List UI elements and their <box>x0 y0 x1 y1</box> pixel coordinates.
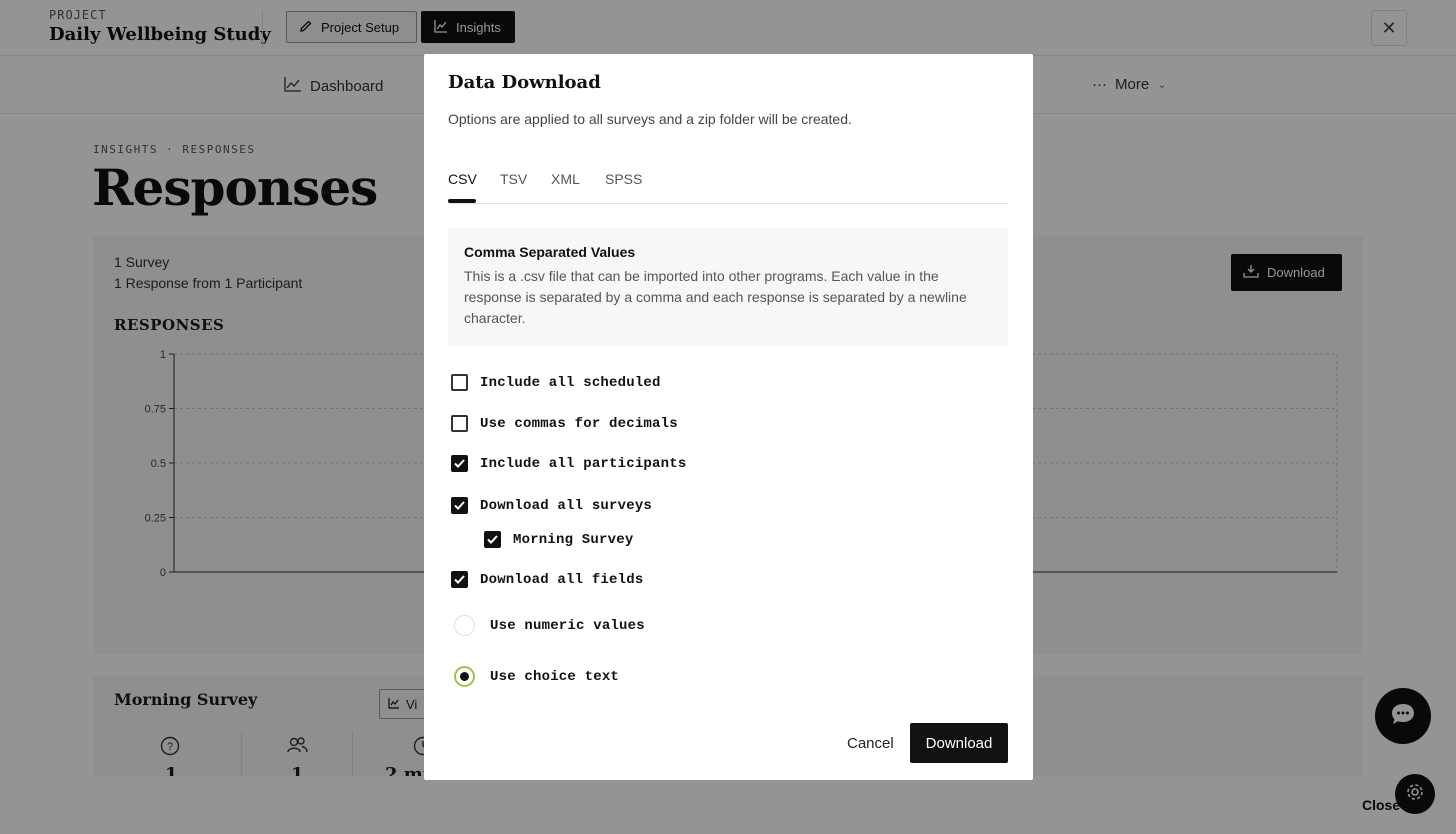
choice-text-option[interactable]: Use choice text <box>454 666 619 687</box>
tab-csv[interactable]: CSV <box>448 171 477 187</box>
use-commas-for-decimals-checkbox[interactable] <box>451 415 468 432</box>
use-commas-for-decimals-label: Use commas for decimals <box>480 415 678 432</box>
numeric-values-radio[interactable] <box>454 615 475 636</box>
include-all-scheduled-checkbox[interactable] <box>451 374 468 391</box>
tab-xml[interactable]: XML <box>551 171 580 187</box>
morning-survey-label: Morning Survey <box>513 531 634 548</box>
include-all-participants-checkbox[interactable] <box>451 455 468 472</box>
data-download-modal: Data Download Options are applied to all… <box>424 54 1033 780</box>
include-all-participants-option[interactable]: Include all participants <box>451 455 686 472</box>
tab-spss[interactable]: SPSS <box>605 171 642 187</box>
download-all-surveys-checkbox[interactable] <box>451 497 468 514</box>
modal-title: Data Download <box>448 72 601 93</box>
format-tabs: CSV TSV XML SPSS <box>448 154 1008 204</box>
morning-survey-checkbox[interactable] <box>484 531 501 548</box>
download-all-fields-option[interactable]: Download all fields <box>451 571 643 588</box>
choice-text-radio[interactable] <box>454 666 475 687</box>
download-all-fields-checkbox[interactable] <box>451 571 468 588</box>
numeric-values-option[interactable]: Use numeric values <box>454 615 645 636</box>
morning-survey-option[interactable]: Morning Survey <box>484 531 633 548</box>
numeric-values-label: Use numeric values <box>490 617 645 634</box>
use-commas-for-decimals-option[interactable]: Use commas for decimals <box>451 415 678 432</box>
download-all-surveys-label: Download all surveys <box>480 497 653 514</box>
choice-text-label: Use choice text <box>490 668 620 685</box>
modal-subtitle: Options are applied to all surveys and a… <box>448 111 852 127</box>
include-all-scheduled-label: Include all scheduled <box>480 374 661 391</box>
modal-download-button[interactable]: Download <box>910 723 1008 763</box>
active-tab-indicator <box>448 199 476 203</box>
cancel-button[interactable]: Cancel <box>847 735 894 752</box>
download-all-fields-label: Download all fields <box>480 571 644 588</box>
format-info-title: Comma Separated Values <box>464 244 636 260</box>
include-all-scheduled-option[interactable]: Include all scheduled <box>451 374 661 391</box>
format-info-box: Comma Separated Values This is a .csv fi… <box>448 228 1008 346</box>
include-all-participants-label: Include all participants <box>480 455 687 472</box>
download-all-surveys-option[interactable]: Download all surveys <box>451 497 652 514</box>
tab-tsv[interactable]: TSV <box>500 171 527 187</box>
format-info-text: This is a .csv file that can be imported… <box>464 268 967 326</box>
